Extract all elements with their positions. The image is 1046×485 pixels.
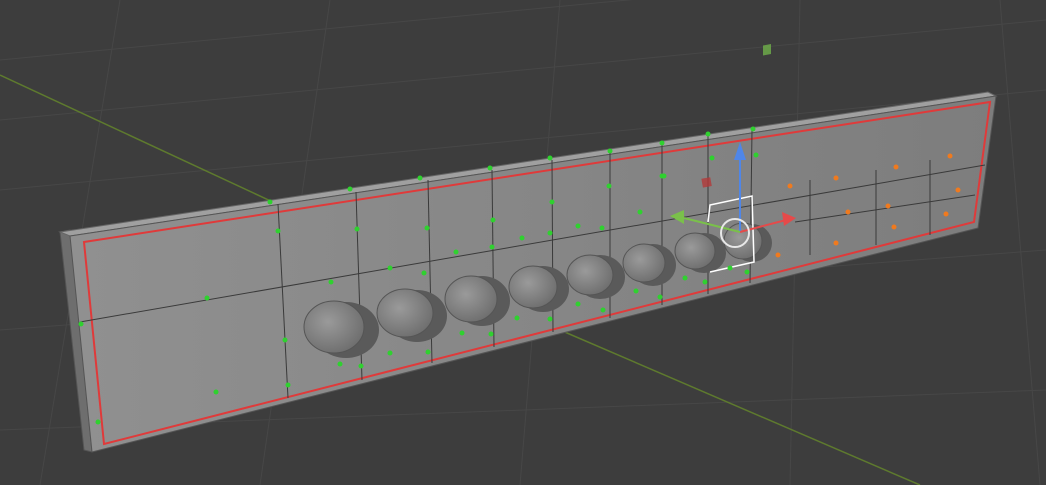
3d-viewport[interactable] [0,0,1046,485]
x-axis-line [0,74,291,211]
viewport-canvas[interactable] [0,0,1046,485]
x-axis-line-continuation [559,329,921,485]
